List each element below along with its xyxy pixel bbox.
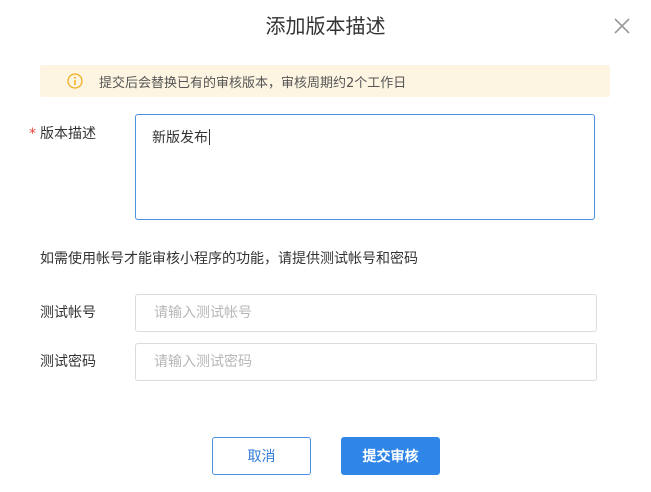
description-value: 新版发布 [152,130,208,146]
close-button[interactable] [610,14,634,38]
info-icon [67,73,83,89]
test-password-label: 测试密码 [40,354,96,370]
close-icon [614,18,630,34]
test-account-input[interactable] [135,294,597,332]
cancel-button[interactable]: 取消 [212,437,311,475]
test-password-input[interactable] [135,343,597,381]
add-version-description-dialog: 添加版本描述 提交后会替换已有的审核版本，审核周期约2个工作日 * 版本描述 新版… [0,0,651,492]
text-caret [209,129,210,145]
test-account-label: 测试帐号 [40,305,96,321]
submit-review-button[interactable]: 提交审核 [341,437,440,475]
description-label: 版本描述 [40,126,96,142]
notice-text: 提交后会替换已有的审核版本，审核周期约2个工作日 [99,75,407,91]
description-label-row: * 版本描述 [29,124,96,144]
required-mark: * [29,126,36,142]
notice-banner: 提交后会替换已有的审核版本，审核周期约2个工作日 [40,65,610,97]
description-textarea[interactable]: 新版发布 [135,114,595,220]
test-account-hint: 如需使用帐号才能审核小程序的功能，请提供测试帐号和密码 [40,251,418,267]
dialog-title: 添加版本描述 [265,14,386,38]
